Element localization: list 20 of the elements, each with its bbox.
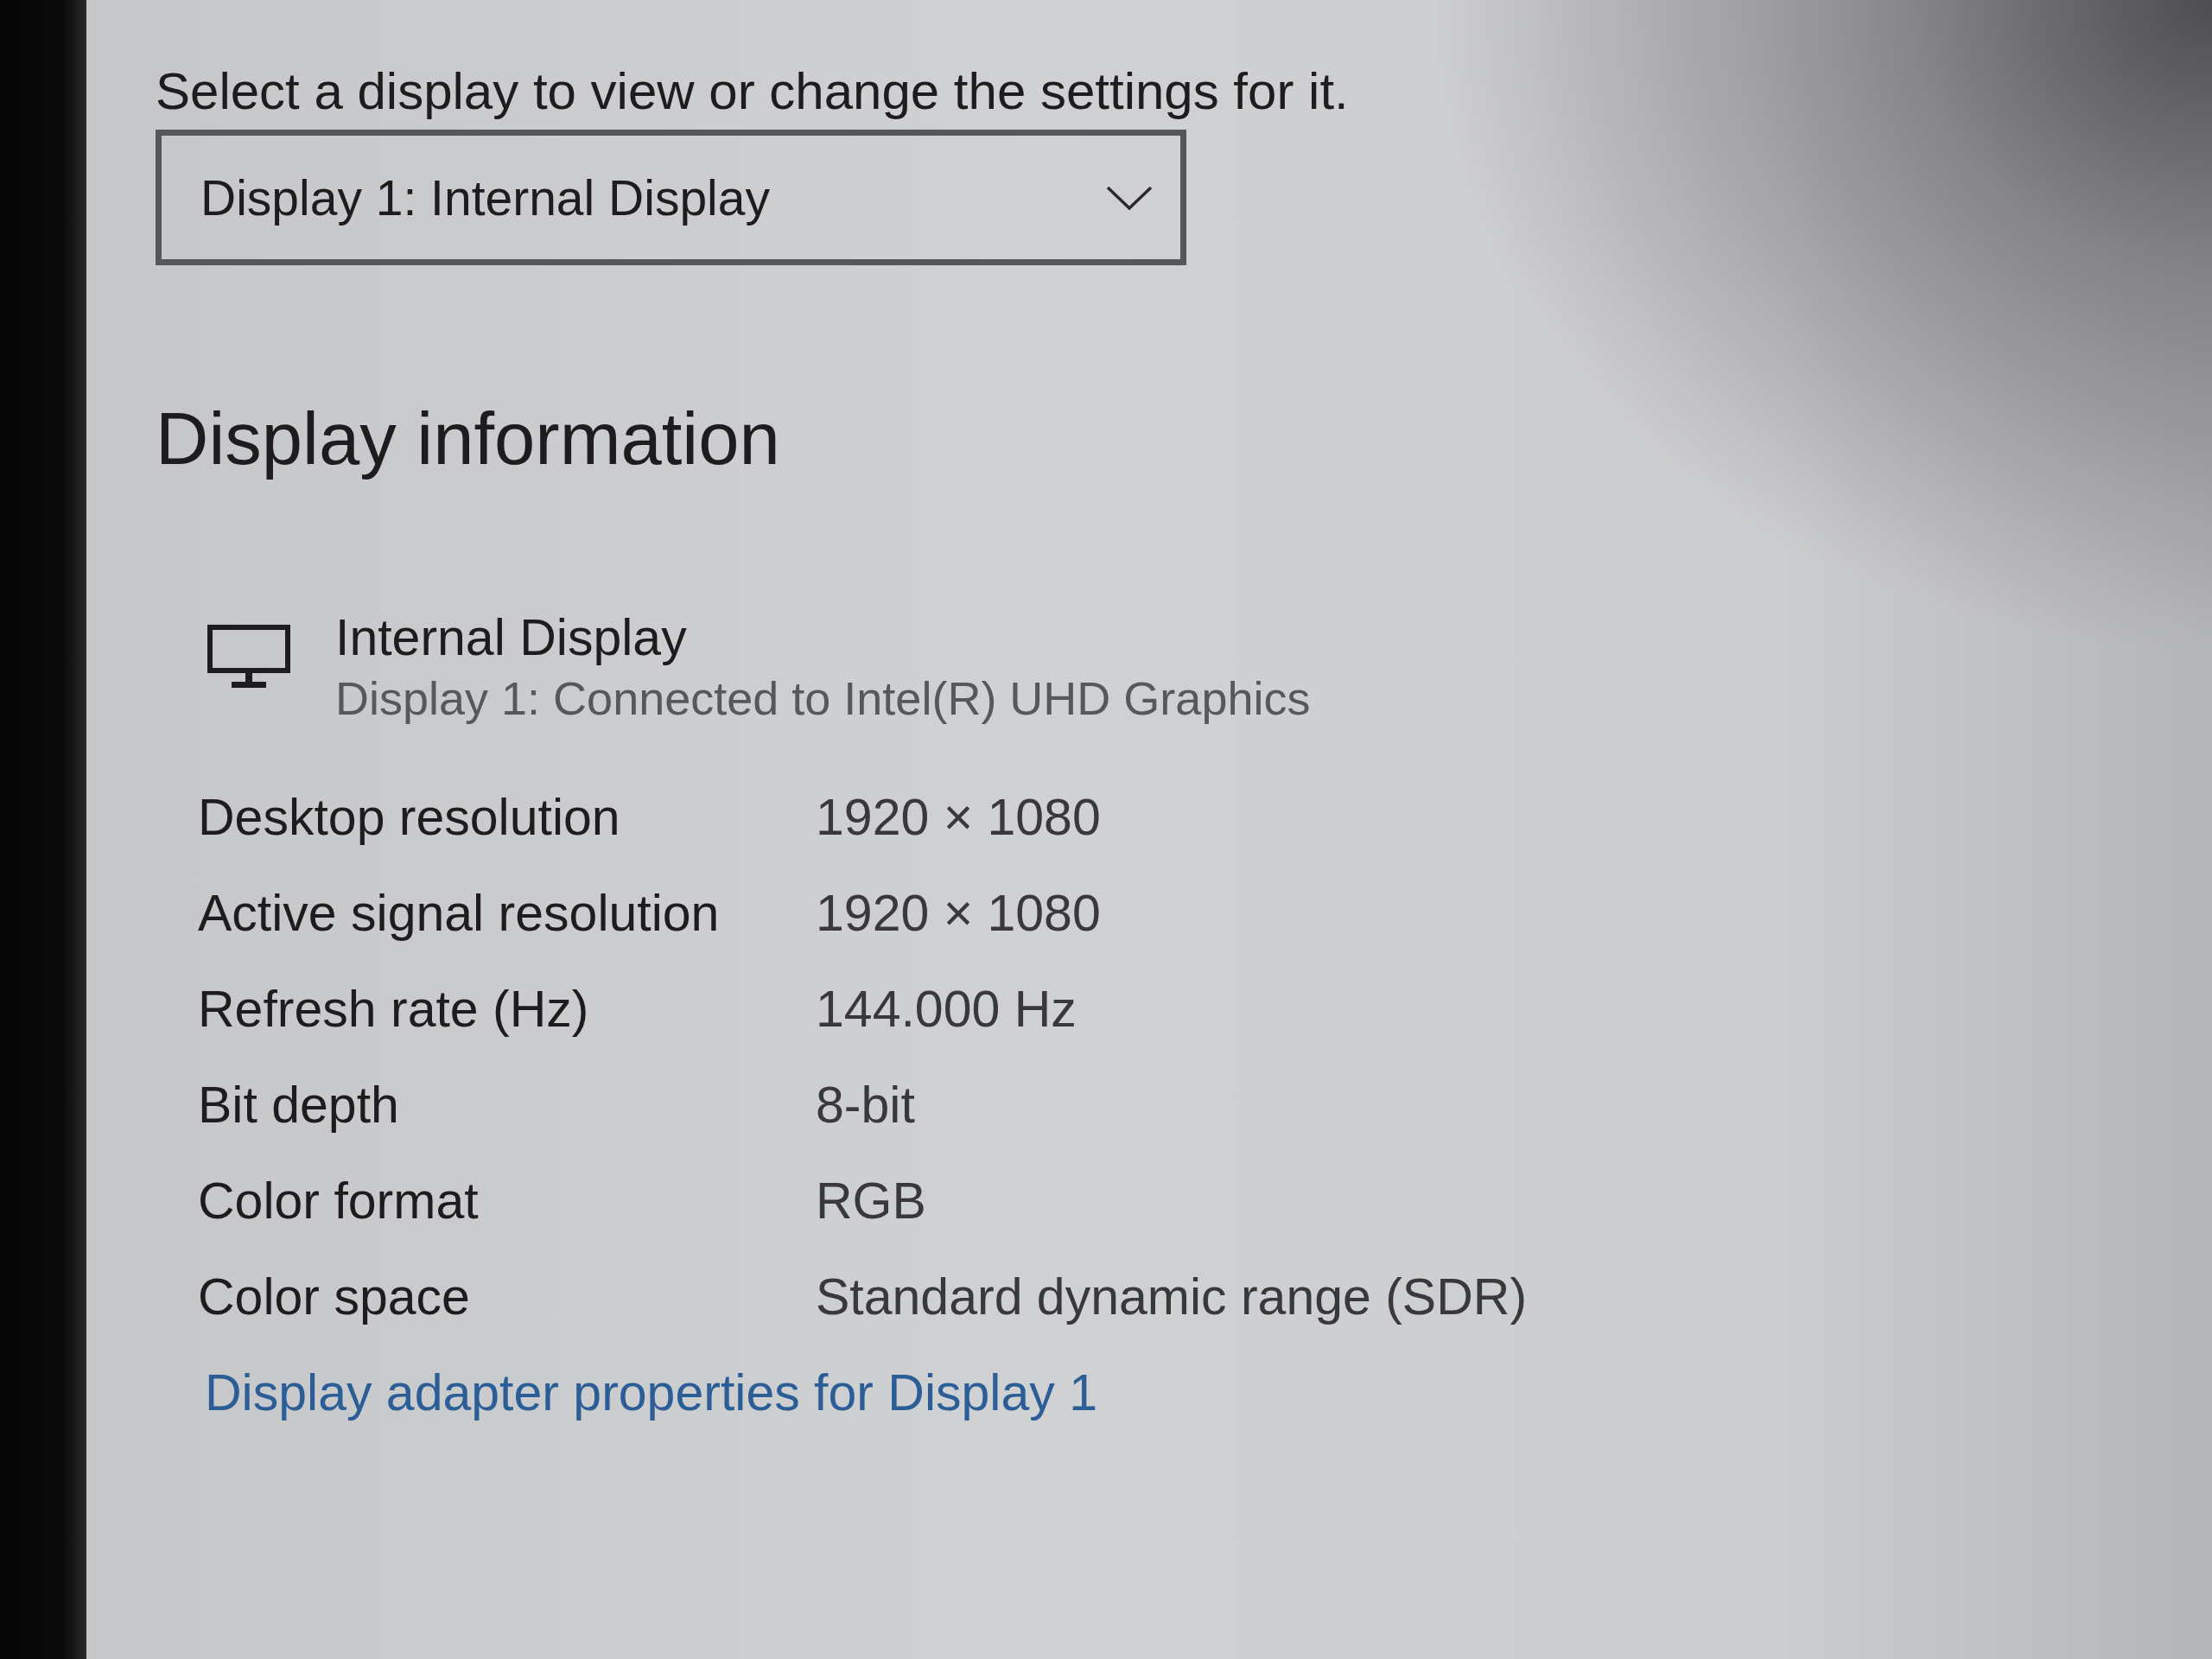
info-label: Color space	[198, 1268, 470, 1327]
info-value: RGB	[816, 1172, 926, 1231]
info-label: Refresh rate (Hz)	[198, 980, 589, 1039]
display-dropdown[interactable]: Display 1: Internal Display	[156, 130, 1186, 265]
info-label: Desktop resolution	[198, 788, 620, 848]
info-value: 1920 × 1080	[816, 884, 1101, 944]
adapter-properties-link[interactable]: Display adapter properties for Display 1	[205, 1345, 1097, 1441]
info-value: Standard dynamic range (SDR)	[816, 1268, 1528, 1327]
info-value: 1920 × 1080	[816, 788, 1101, 848]
prompt-text: Select a display to view or change the settings for it.	[156, 61, 1349, 122]
info-value: 144.000 Hz	[816, 980, 1077, 1039]
info-label: Active signal resolution	[198, 884, 720, 944]
display-name: Internal Display	[335, 608, 687, 668]
section-heading: Display information	[156, 397, 780, 481]
info-label: Bit depth	[198, 1076, 399, 1135]
monitor-icon	[207, 625, 290, 689]
info-value: 8-bit	[816, 1076, 915, 1135]
info-label: Color format	[198, 1172, 479, 1231]
chevron-down-icon	[1106, 185, 1153, 210]
display-connection-text: Display 1: Connected to Intel(R) UHD Graphics	[335, 671, 1311, 726]
